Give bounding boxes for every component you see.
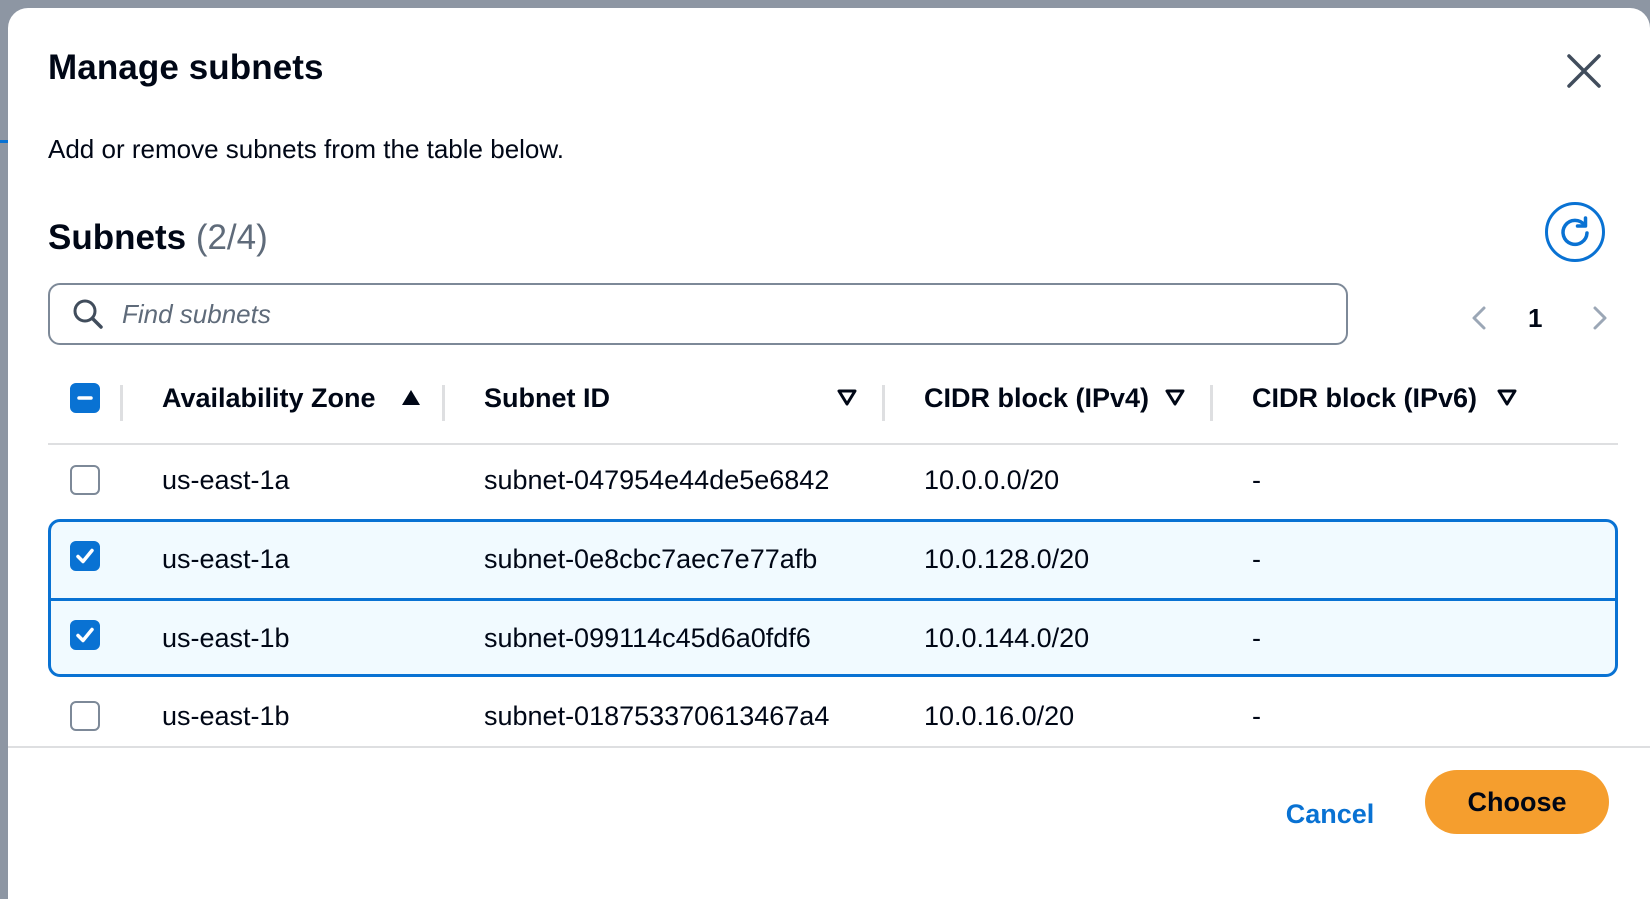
backdrop-accent-line [0,140,8,143]
caret-up-filled-icon [400,388,422,408]
cell-cidr-ipv4: 10.0.16.0/20 [924,700,1075,731]
cell-subnet-id: subnet-047954e44de5e6842 [484,464,830,495]
table-header-row: Availability Zone Subnet ID CIDR block (… [48,353,1618,445]
row-checkbox[interactable] [70,701,100,731]
subnets-table: Availability Zone Subnet ID CIDR block (… [48,353,1618,755]
cell-cidr-ipv4: 10.0.144.0/20 [924,622,1090,653]
caret-down-outline-icon [1496,388,1518,408]
refresh-button[interactable] [1545,202,1605,262]
column-header-cidr-ipv6[interactable]: CIDR block (IPv6) [1252,353,1552,443]
pagination-next[interactable] [1585,300,1613,336]
column-divider [882,385,885,421]
cell-availability-zone: us-east-1b [162,700,290,731]
cell-availability-zone: us-east-1a [162,543,290,574]
table-row-selected[interactable]: us-east-1b subnet-099114c45d6a0fdf6 10.0… [51,598,1615,674]
cell-availability-zone: us-east-1b [162,622,290,653]
choose-button[interactable]: Choose [1425,770,1609,834]
cell-subnet-id: subnet-0e8cbc7aec7e77afb [484,543,818,574]
table-heading: Subnets (2/4) [48,218,268,258]
column-label: Availability Zone [162,382,376,413]
table-row-selected[interactable]: us-east-1a subnet-0e8cbc7aec7e77afb 10.0… [51,522,1615,598]
cell-cidr-ipv4: 10.0.128.0/20 [924,543,1090,574]
selected-rows-group: us-east-1a subnet-0e8cbc7aec7e77afb 10.0… [48,519,1618,677]
cell-cidr-ipv6: - [1252,543,1261,574]
pagination-current-page[interactable]: 1 [1528,300,1542,336]
selection-count: (2/4) [195,218,268,257]
refresh-icon [1558,215,1592,249]
cell-cidr-ipv6: - [1252,464,1261,495]
select-all-checkbox[interactable] [70,383,100,413]
column-header-cidr-ipv4[interactable]: CIDR block (IPv4) [924,353,1214,443]
modal-description: Add or remove subnets from the table bel… [48,134,564,164]
row-checkbox[interactable] [70,465,100,495]
search-input[interactable] [120,297,1324,331]
column-label: Subnet ID [484,382,610,413]
close-button[interactable] [1561,48,1607,94]
chevron-left-icon [1466,304,1494,332]
table-title: Subnets [48,218,187,257]
row-checkbox[interactable] [70,541,100,571]
column-divider [442,385,445,421]
close-icon [1566,53,1602,89]
search-field[interactable] [48,283,1348,345]
footer-divider [8,746,1650,748]
manage-subnets-modal: Manage subnets Add or remove subnets fro… [8,8,1650,899]
row-checkbox[interactable] [70,620,100,650]
chevron-right-icon [1585,304,1613,332]
cell-cidr-ipv4: 10.0.0.0/20 [924,464,1060,495]
column-divider [120,385,123,421]
caret-down-outline-icon [836,388,858,408]
cancel-button[interactable]: Cancel [1270,786,1390,842]
cell-subnet-id: subnet-099114c45d6a0fdf6 [484,622,811,653]
cell-cidr-ipv6: - [1252,700,1261,731]
cell-subnet-id: subnet-018753370613467a4 [484,700,830,731]
caret-down-outline-icon [1164,388,1186,408]
column-label: CIDR block (IPv4) [924,382,1150,413]
modal-title: Manage subnets [48,48,324,87]
table-row[interactable]: us-east-1b subnet-018753370613467a4 10.0… [48,677,1618,755]
cell-availability-zone: us-east-1a [162,464,290,495]
cell-cidr-ipv6: - [1252,622,1261,653]
search-icon [72,298,104,330]
column-header-availability-zone[interactable]: Availability Zone [162,353,442,443]
pagination-previous[interactable] [1466,300,1494,336]
column-header-subnet-id[interactable]: Subnet ID [484,353,884,443]
table-row[interactable]: us-east-1a subnet-047954e44de5e6842 10.0… [48,441,1618,519]
column-divider [1210,385,1213,421]
column-label: CIDR block (IPv6) [1252,382,1478,413]
